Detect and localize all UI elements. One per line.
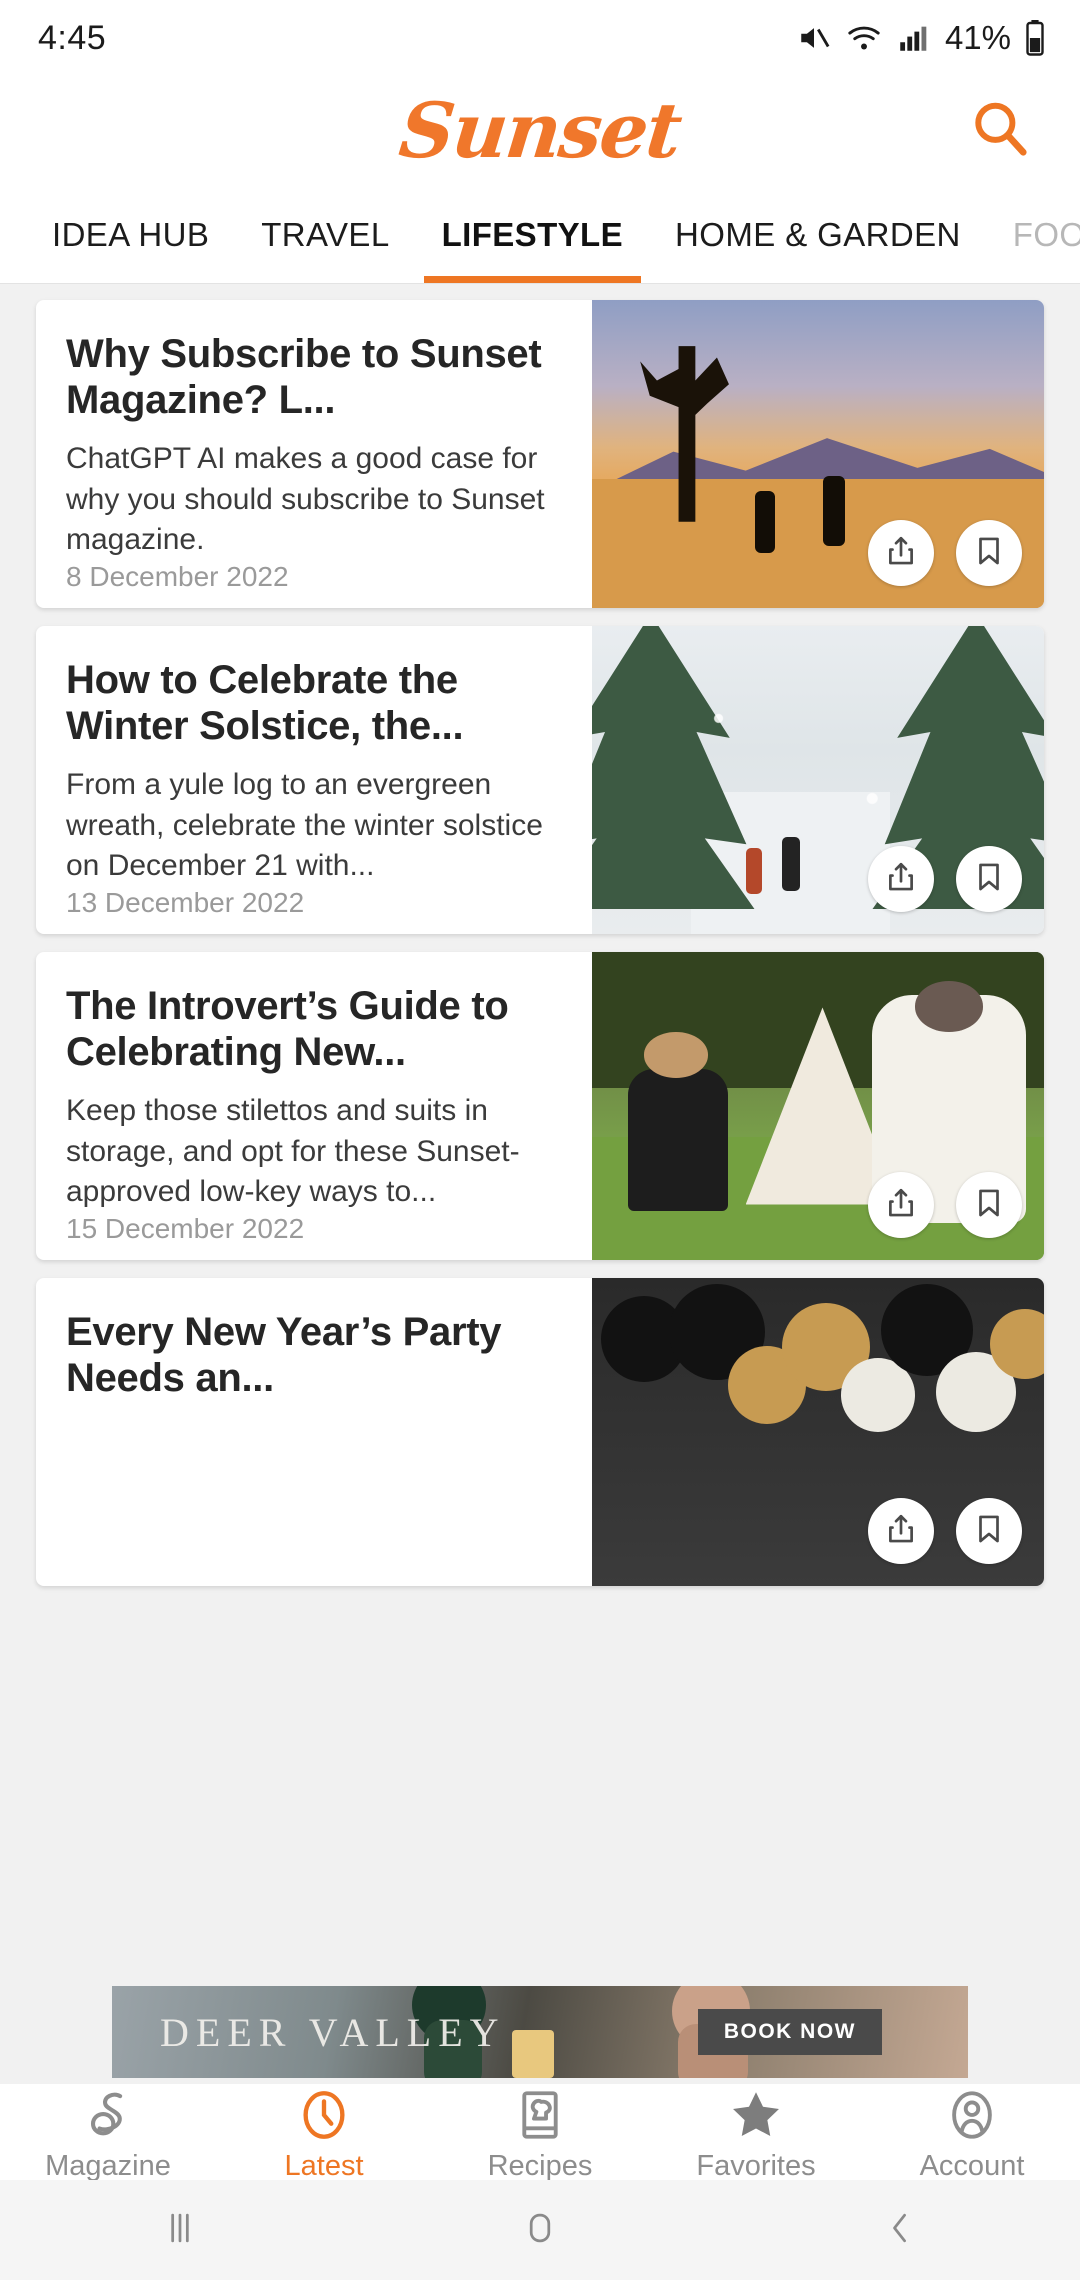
bookmark-icon <box>972 1512 1006 1551</box>
article-image[interactable] <box>592 300 1044 608</box>
share-icon <box>884 1512 918 1551</box>
tab-label: FOOD <box>1012 215 1080 253</box>
category-tab-bar[interactable]: IDEA HUB TRAVEL LIFESTYLE HOME & GARDEN … <box>0 186 1080 284</box>
tab-home-and-garden[interactable]: HOME & GARDEN <box>649 186 987 283</box>
article-card-text: The Introvert’s Guide to Celebrating New… <box>36 952 592 1260</box>
article-title: Every New Year’s Party Needs an... <box>66 1310 502 1400</box>
ad-brand-label: DEER VALLEY <box>160 2009 506 2055</box>
article-card-text: Every New Year’s Party Needs an... <box>36 1278 592 1586</box>
star-icon <box>725 2082 787 2144</box>
nav-label: Recipes <box>487 2149 593 2182</box>
share-button[interactable] <box>868 846 934 912</box>
status-bar: 4:45 41% <box>0 0 1080 76</box>
clock-icon <box>294 2082 354 2144</box>
bookmark-button[interactable] <box>956 846 1022 912</box>
back-icon <box>878 2206 922 2255</box>
bookmark-icon <box>972 860 1006 899</box>
app-header: Sunset <box>0 76 1080 186</box>
signal-icon <box>896 21 930 55</box>
article-actions[interactable] <box>868 1172 1022 1238</box>
nav-item-favorites[interactable]: Favorites <box>648 2082 864 2183</box>
article-date: 8 December 2022 <box>66 560 289 592</box>
share-button[interactable] <box>868 520 934 586</box>
recipe-book-icon <box>511 2082 569 2144</box>
article-description: From a yule log to an evergreen wreath, … <box>66 768 543 883</box>
nav-item-account[interactable]: Account <box>864 2082 1080 2183</box>
status-bar-clock: 4:45 <box>38 18 107 57</box>
ad-banner-container: DEER VALLEY BOOK NOW <box>0 1980 1080 2084</box>
article-title: The Introvert’s Guide to Celebrating New… <box>66 984 509 1074</box>
tab-label: TRAVEL <box>261 215 390 253</box>
bookmark-button[interactable] <box>956 1498 1022 1564</box>
share-button[interactable] <box>868 1172 934 1238</box>
share-icon <box>884 860 918 899</box>
bottom-navigation-bar[interactable]: Magazine Latest Recipes Favorites Accoun <box>0 2082 1080 2183</box>
article-actions[interactable] <box>868 846 1022 912</box>
person-icon <box>943 2082 1001 2144</box>
nav-item-magazine[interactable]: Magazine <box>0 2082 216 2183</box>
tab-label: IDEA HUB <box>52 215 210 253</box>
article-card[interactable]: Why Subscribe to Sunset Magazine? L... C… <box>36 300 1044 608</box>
share-icon <box>884 1186 918 1225</box>
nav-label: Account <box>919 2149 1025 2182</box>
ad-banner[interactable]: DEER VALLEY BOOK NOW <box>112 1986 968 2078</box>
share-button[interactable] <box>868 1498 934 1564</box>
nav-item-recipes[interactable]: Recipes <box>432 2082 648 2183</box>
article-description: Keep those stilettos and suits in storag… <box>66 1094 520 1209</box>
ad-cta-button[interactable]: BOOK NOW <box>697 2009 882 2055</box>
sunset-s-logo-icon <box>78 2082 138 2144</box>
status-bar-icons: 41% <box>796 19 1046 57</box>
article-card[interactable]: Every New Year’s Party Needs an... <box>36 1278 1044 1586</box>
share-icon <box>884 534 918 573</box>
bookmark-button[interactable] <box>956 520 1022 586</box>
recents-button[interactable] <box>0 2206 360 2255</box>
article-title: Why Subscribe to Sunset Magazine? L... <box>66 332 542 422</box>
home-icon <box>518 2206 562 2255</box>
sunset-logo[interactable]: Sunset <box>396 86 685 175</box>
article-card[interactable]: The Introvert’s Guide to Celebrating New… <box>36 952 1044 1260</box>
search-icon <box>969 98 1031 165</box>
battery-icon <box>1024 20 1046 56</box>
tab-food[interactable]: FOOD <box>987 186 1080 283</box>
article-image[interactable] <box>592 626 1044 934</box>
tab-label: LIFESTYLE <box>441 215 624 253</box>
article-image[interactable] <box>592 952 1044 1260</box>
android-system-nav-bar[interactable] <box>0 2180 1080 2280</box>
article-description: ChatGPT AI makes a good case for why you… <box>66 442 545 557</box>
bookmark-icon <box>972 534 1006 573</box>
nav-label: Favorites <box>696 2149 816 2182</box>
article-actions[interactable] <box>868 520 1022 586</box>
nav-label: Latest <box>284 2149 364 2182</box>
tab-lifestyle[interactable]: LIFESTYLE <box>416 186 649 283</box>
tab-travel[interactable]: TRAVEL <box>235 186 415 283</box>
tab-idea-hub[interactable]: IDEA HUB <box>26 186 235 283</box>
article-card-text: How to Celebrate the Winter Solstice, th… <box>36 626 592 934</box>
battery-percent-label: 41% <box>944 19 1011 56</box>
app-screen: 4:45 41% Sunset IDEA HUB TRAVEL LIFESTYL… <box>0 0 1080 2280</box>
bookmark-button[interactable] <box>956 1172 1022 1238</box>
mute-icon <box>796 21 832 55</box>
article-title: How to Celebrate the Winter Solstice, th… <box>66 658 464 748</box>
nav-item-latest[interactable]: Latest <box>216 2082 432 2183</box>
article-card[interactable]: How to Celebrate the Winter Solstice, th… <box>36 626 1044 934</box>
article-card-text: Why Subscribe to Sunset Magazine? L... C… <box>36 300 592 608</box>
bookmark-icon <box>972 1186 1006 1225</box>
wifi-icon <box>845 21 883 55</box>
nav-label: Magazine <box>45 2149 171 2182</box>
search-button[interactable] <box>960 91 1040 171</box>
article-date: 15 December 2022 <box>66 1212 305 1244</box>
tab-label: HOME & GARDEN <box>675 215 961 253</box>
article-date: 13 December 2022 <box>66 886 305 918</box>
recents-icon <box>158 2206 202 2255</box>
article-actions[interactable] <box>868 1498 1022 1564</box>
home-button[interactable] <box>360 2206 720 2255</box>
article-image[interactable] <box>592 1278 1044 1586</box>
back-button[interactable] <box>720 2206 1080 2255</box>
